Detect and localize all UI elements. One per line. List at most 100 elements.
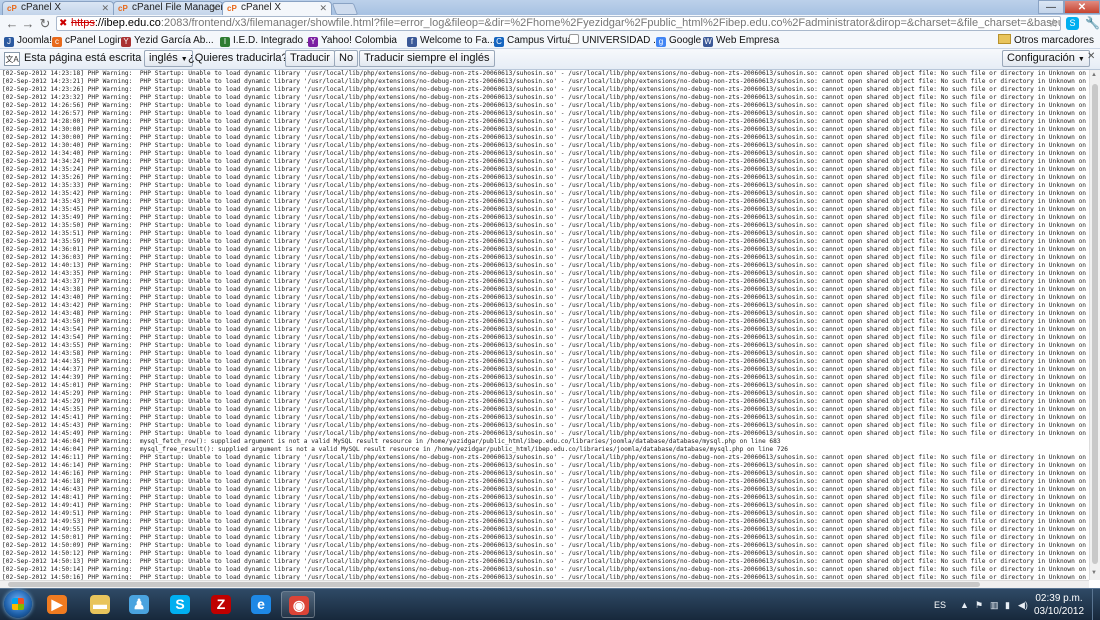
- close-icon[interactable]: ✕: [1087, 51, 1095, 62]
- log-line: [02-Sep-2012 14:30:40] PHP Warning: PHP …: [2, 142, 1089, 149]
- translate-settings-button[interactable]: Configuración ▼: [1002, 50, 1090, 67]
- internet-explorer-taskbar-button[interactable]: e: [244, 591, 278, 618]
- tab-title: cPanel X: [21, 2, 62, 13]
- bookmark-cpanel-login[interactable]: c cPanel Login: [52, 34, 123, 47]
- close-icon[interactable]: ✕: [210, 2, 218, 14]
- network-users-taskbar-button[interactable]: ♟: [122, 591, 156, 618]
- back-arrow-icon[interactable]: ←: [4, 16, 20, 32]
- bookmark-google[interactable]: g Google: [656, 34, 701, 47]
- bookmark-campus-virtual[interactable]: C Campus Virtual: [494, 34, 575, 47]
- scrollbar-thumb[interactable]: [1092, 84, 1098, 564]
- skype-taskbar-button[interactable]: S: [163, 591, 197, 618]
- scroll-up-icon[interactable]: ▲: [1091, 72, 1097, 78]
- horizontal-scrollbar[interactable]: [0, 580, 1089, 588]
- close-window-button[interactable]: ✕: [1064, 0, 1100, 14]
- bookmark-joomla[interactable]: J Joomla!: [4, 34, 52, 47]
- chrome-taskbar-button[interactable]: ◉: [281, 591, 315, 618]
- clock-date[interactable]: 03/10/2012: [1030, 606, 1088, 617]
- other-bookmarks[interactable]: Otros marcadores: [997, 34, 1094, 47]
- bookmark-ied[interactable]: I I.E.D. Integrado ...: [220, 34, 314, 47]
- bookmark-label: I.E.D. Integrado ...: [233, 35, 315, 46]
- minimize-button[interactable]: —: [1038, 0, 1064, 14]
- translate-icon: 文A: [4, 52, 20, 66]
- bookmark-facebook[interactable]: f Welcome to Fa...: [407, 34, 495, 47]
- translate-button[interactable]: Traducir: [285, 50, 335, 67]
- log-line: [02-Sep-2012 14:44:39] PHP Warning: PHP …: [2, 374, 1089, 381]
- scroll-down-icon[interactable]: ▼: [1091, 570, 1097, 576]
- log-line: [02-Sep-2012 14:49:41] PHP Warning: PHP …: [2, 502, 1089, 509]
- address-bar[interactable]: ✖ https://ibep.edu.co:2083/frontend/x3/f…: [56, 16, 1061, 31]
- tab-cpanel-active[interactable]: cP cPanel X ✕: [222, 1, 332, 16]
- flag-icon[interactable]: ⚑: [975, 600, 983, 611]
- log-line: [02-Sep-2012 14:35:45] PHP Warning: PHP …: [2, 206, 1089, 213]
- bookmark-label: Yahoo! Colombia: [321, 35, 397, 46]
- log-line: [02-Sep-2012 14:50:01] PHP Warning: PHP …: [2, 534, 1089, 541]
- skype-extension-icon[interactable]: S: [1066, 17, 1079, 30]
- start-button[interactable]: [4, 590, 32, 618]
- log-line: [02-Sep-2012 14:43:40] PHP Warning: PHP …: [2, 294, 1089, 301]
- log-line: [02-Sep-2012 14:26:56] PHP Warning: PHP …: [2, 102, 1089, 109]
- wrench-icon[interactable]: 🔧: [1085, 16, 1100, 30]
- error-log-content[interactable]: [02-Sep-2012 14:23:18] PHP Warning: PHP …: [0, 70, 1089, 580]
- log-line: [02-Sep-2012 14:46:14] PHP Warning: PHP …: [2, 462, 1089, 469]
- media-player-taskbar-button[interactable]: ▶: [40, 591, 74, 618]
- log-line: [02-Sep-2012 14:49:53] PHP Warning: PHP …: [2, 518, 1089, 525]
- windows-logo-icon: [12, 598, 24, 610]
- always-translate-button[interactable]: Traducir siempre el inglés: [359, 50, 495, 67]
- reload-icon[interactable]: ↻: [37, 16, 53, 32]
- file-explorer-taskbar-button[interactable]: ▬: [83, 591, 117, 618]
- scrollbar-thumb[interactable]: [8, 582, 980, 587]
- log-line: [02-Sep-2012 14:45:43] PHP Warning: PHP …: [2, 422, 1089, 429]
- log-line: [02-Sep-2012 14:43:42] PHP Warning: PHP …: [2, 302, 1089, 309]
- vertical-scrollbar[interactable]: ▲ ▼: [1089, 70, 1100, 580]
- close-icon[interactable]: ✕: [101, 2, 109, 14]
- log-line: [02-Sep-2012 14:43:55] PHP Warning: PHP …: [2, 342, 1089, 349]
- log-line: [02-Sep-2012 14:43:50] PHP Warning: PHP …: [2, 318, 1089, 325]
- log-line: [02-Sep-2012 14:35:51] PHP Warning: PHP …: [2, 230, 1089, 237]
- internet-explorer-icon: e: [251, 595, 271, 614]
- google-icon: g: [656, 37, 666, 47]
- tab-strip: cP cPanel X ✕ cP cPanel File Manager ✕ c…: [0, 0, 1100, 16]
- yahoo-icon: Y: [308, 37, 318, 47]
- forward-arrow-icon[interactable]: →: [20, 16, 36, 32]
- no-button[interactable]: No: [334, 50, 359, 67]
- bookmark-label: Joomla!: [17, 35, 53, 46]
- log-line: [02-Sep-2012 14:43:48] PHP Warning: PHP …: [2, 310, 1089, 317]
- new-tab-button[interactable]: [331, 3, 359, 15]
- log-line: [02-Sep-2012 14:34:24] PHP Warning: PHP …: [2, 158, 1089, 165]
- volume-icon[interactable]: ◀): [1018, 600, 1028, 611]
- star-icon[interactable]: ☆: [1048, 16, 1059, 30]
- bookmark-universidad[interactable]: UNIVERSIDAD ...: [569, 34, 661, 47]
- filezilla-taskbar-button[interactable]: Z: [204, 591, 238, 618]
- log-line: [02-Sep-2012 14:45:29] PHP Warning: PHP …: [2, 398, 1089, 405]
- url-path: :2083/frontend/x3/filemanager/showfile.h…: [160, 17, 1061, 29]
- input-language-indicator[interactable]: ES: [934, 600, 946, 610]
- media-player-icon: ▶: [47, 595, 67, 614]
- cpanel-icon: c: [52, 37, 62, 47]
- tab-file-manager[interactable]: cP cPanel File Manager ✕: [113, 1, 223, 15]
- log-line: [02-Sep-2012 14:35:59] PHP Warning: PHP …: [2, 238, 1089, 245]
- close-icon[interactable]: ✕: [319, 2, 327, 14]
- battery-icon[interactable]: ▮: [1005, 600, 1010, 611]
- language-select[interactable]: inglés ▼: [144, 50, 193, 67]
- log-line: [02-Sep-2012 14:35:26] PHP Warning: PHP …: [2, 174, 1089, 181]
- log-line: [02-Sep-2012 14:43:54] PHP Warning: PHP …: [2, 326, 1089, 333]
- show-desktop-button[interactable]: [1092, 589, 1100, 620]
- tab-cpanel-1[interactable]: cP cPanel X ✕: [2, 1, 114, 15]
- bookmark-yahoo[interactable]: Y Yahoo! Colombia: [308, 34, 397, 47]
- clock-time[interactable]: 02:39 p.m.: [1034, 593, 1084, 604]
- show-hidden-icons-icon[interactable]: ▲: [960, 600, 969, 610]
- bookmark-yezid[interactable]: Y Yezid García Ab...: [121, 34, 214, 47]
- bookmark-label: Web Empresa: [716, 35, 780, 46]
- joomla-icon: J: [4, 37, 14, 47]
- file-explorer-icon: ▬: [90, 595, 110, 614]
- log-line: [02-Sep-2012 14:43:37] PHP Warning: PHP …: [2, 278, 1089, 285]
- log-line: [02-Sep-2012 14:35:24] PHP Warning: PHP …: [2, 166, 1089, 173]
- log-line: [02-Sep-2012 14:35:43] PHP Warning: PHP …: [2, 198, 1089, 205]
- bookmark-web-empresa[interactable]: W Web Empresa: [703, 34, 779, 47]
- network-icon[interactable]: ▥: [990, 600, 999, 611]
- log-line: [02-Sep-2012 14:46:04] PHP Warning: mysq…: [2, 446, 789, 453]
- log-line: [02-Sep-2012 14:50:14] PHP Warning: PHP …: [2, 566, 1089, 573]
- log-line: [02-Sep-2012 14:45:41] PHP Warning: PHP …: [2, 414, 1089, 421]
- log-line: [02-Sep-2012 14:50:13] PHP Warning: PHP …: [2, 558, 1089, 565]
